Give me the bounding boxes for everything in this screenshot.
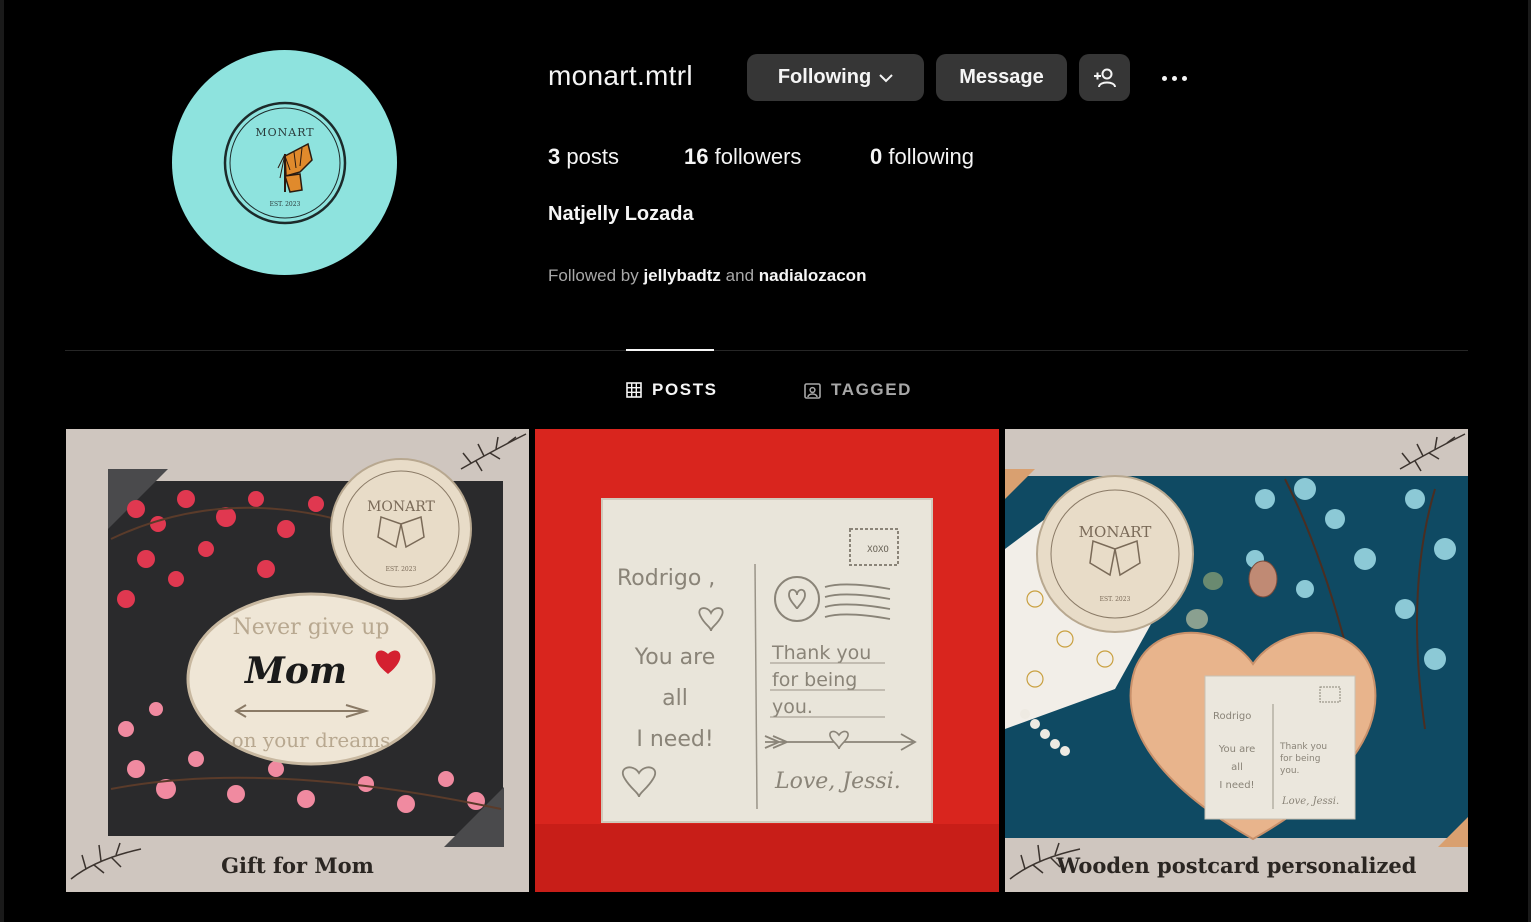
- following-label: following: [888, 144, 974, 169]
- mini-postcard-thank-2: for being: [1280, 754, 1320, 764]
- mini-postcard-line-1: You are: [1218, 744, 1256, 755]
- butterfly-icon: [277, 142, 313, 193]
- postcard-thank-2: for being: [772, 669, 857, 691]
- monart-logo: MONART EST. 2023: [223, 101, 346, 224]
- followed-by-user-1[interactable]: jellybadtz: [643, 266, 720, 285]
- mini-postcard-line-2: all: [1231, 762, 1243, 773]
- following-stat[interactable]: 0 following: [870, 144, 974, 170]
- mini-postcard-thank-1: Thank you: [1279, 742, 1327, 752]
- profile-username: monart.mtrl: [548, 60, 693, 91]
- badge-brand-text: MONART: [367, 499, 435, 515]
- following-button[interactable]: Following: [747, 54, 924, 101]
- profile-avatar[interactable]: MONART EST. 2023: [172, 50, 397, 275]
- badge-brand-text: MONART: [1079, 523, 1152, 541]
- followers-label: followers: [714, 144, 802, 169]
- add-user-button[interactable]: [1079, 54, 1130, 101]
- tagged-icon: [804, 382, 821, 399]
- tab-posts-label: POSTS: [652, 380, 718, 399]
- followers-count: 16: [684, 144, 709, 169]
- postcard-line-3: I need!: [636, 727, 713, 752]
- grid-icon: [626, 382, 642, 398]
- followed-by-prefix: Followed by: [548, 266, 639, 285]
- plaque-mom-text: Mom: [243, 650, 347, 692]
- followed-by-user-2[interactable]: nadialozacon: [759, 266, 867, 285]
- post-caption: Gift for Mom: [221, 853, 374, 878]
- followers-stat[interactable]: 16 followers: [684, 144, 801, 170]
- followed-by: Followed by jellybadtz and nadialozacon: [548, 266, 866, 286]
- window-edge-left: [0, 0, 4, 922]
- post-thumbnail[interactable]: XOXO Rodrigo , You are all I need! Thank…: [535, 429, 999, 892]
- postcard-to-text: Rodrigo ,: [617, 566, 715, 591]
- more-dot: [1181, 75, 1187, 81]
- post-thumbnail[interactable]: MONART EST. 2023 Rodrigo You are all I n…: [1005, 429, 1468, 892]
- posts-count: 3: [548, 144, 561, 169]
- logo-est-text: EST. 2023: [269, 201, 300, 208]
- person-add-icon: [1093, 68, 1116, 87]
- active-tab-indicator: [626, 349, 714, 351]
- tab-tagged[interactable]: TAGGED: [804, 378, 912, 402]
- plaque-bottom-text: on your dreams: [232, 728, 391, 752]
- more-options-button[interactable]: [1150, 62, 1198, 94]
- more-dot: [1171, 75, 1177, 81]
- tab-posts[interactable]: POSTS: [626, 378, 718, 402]
- more-horizontal-icon: [1161, 75, 1167, 81]
- post-image-gift-for-mom: MONART EST. 2023 Never give up Mom on yo…: [66, 429, 529, 892]
- followed-by-conjunction: and: [725, 266, 755, 285]
- following-count: 0: [870, 144, 883, 169]
- post-image-postcard: XOXO Rodrigo , You are all I need! Thank…: [535, 429, 999, 892]
- mini-postcard-signature: Love, Jessi.: [1281, 796, 1339, 807]
- chevron-down-icon: [879, 73, 893, 82]
- posts-stat: 3 posts: [548, 144, 619, 170]
- profile-full-name: Natjelly Lozada: [548, 203, 694, 225]
- postcard-thank-3: you.: [772, 696, 813, 718]
- badge-est-text: EST. 2023: [1100, 596, 1131, 603]
- badge-est-text: EST. 2023: [386, 566, 417, 573]
- mini-postcard-line-3: I need!: [1219, 780, 1254, 791]
- tabs-divider: [65, 350, 1468, 351]
- post-caption: Wooden postcard personalized: [1056, 853, 1417, 878]
- post-image-wooden-postcard: MONART EST. 2023 Rodrigo You are all I n…: [1005, 429, 1468, 892]
- postcard-thank-1: Thank you: [771, 642, 871, 664]
- posts-label: posts: [566, 144, 619, 169]
- postcard-signature: Love, Jessi.: [774, 769, 901, 794]
- logo-brand-text: MONART: [255, 126, 314, 139]
- stamp-text: XOXO: [867, 545, 889, 555]
- plaque-top-text: Never give up: [232, 615, 389, 640]
- mini-postcard-thank-3: you.: [1280, 766, 1299, 776]
- postcard-line-1: You are: [634, 645, 716, 670]
- tab-tagged-label: TAGGED: [831, 380, 913, 399]
- post-thumbnail[interactable]: MONART EST. 2023 Never give up Mom on yo…: [66, 429, 529, 892]
- mini-postcard-to: Rodrigo: [1213, 711, 1251, 722]
- postcard-line-2: all: [662, 686, 688, 711]
- message-button[interactable]: Message: [936, 54, 1067, 101]
- following-button-label: Following: [777, 66, 872, 88]
